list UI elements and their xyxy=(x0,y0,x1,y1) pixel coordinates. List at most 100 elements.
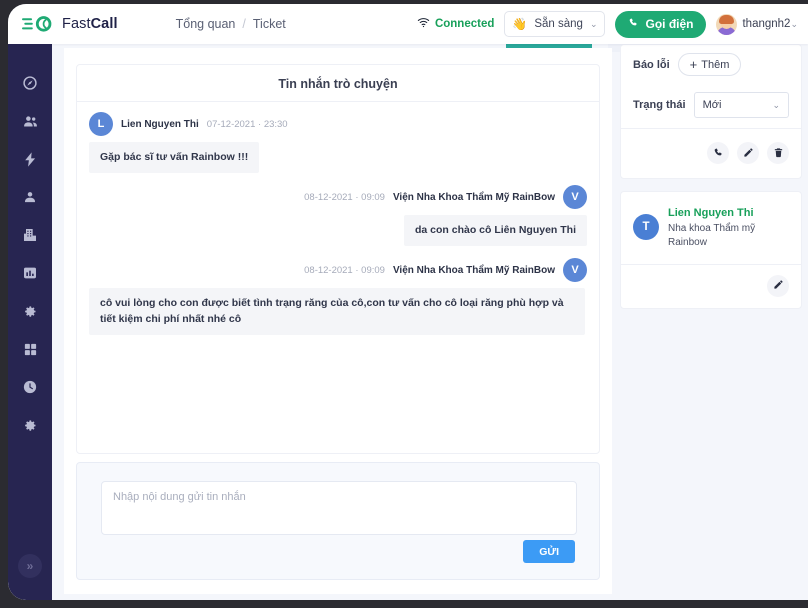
sidebar-item-settings[interactable] xyxy=(8,406,52,444)
pencil-icon xyxy=(743,146,754,161)
edit-action-button[interactable] xyxy=(737,142,759,164)
logo-text-bold: Call xyxy=(91,16,118,32)
ticket-properties-card: Báo lỗi + Thêm Trạng thái Mới ⌄ xyxy=(620,44,802,179)
breadcrumb-separator: / xyxy=(242,17,245,31)
contact-name[interactable]: Lien Nguyen Thi xyxy=(668,205,789,222)
message-header-incoming: L Lien Nguyen Thi 07-12-2021 · 23:30 xyxy=(89,112,587,136)
plus-icon: + xyxy=(690,58,698,71)
status-row: Trạng thái Mới ⌄ xyxy=(621,84,801,126)
message-bubble-row: da con chào cô Liên Nguyen Thi xyxy=(89,215,587,258)
status-select[interactable]: Mới ⌄ xyxy=(694,92,789,118)
chevron-down-icon: ⌄ xyxy=(590,19,598,30)
error-report-label: Báo lỗi xyxy=(633,59,670,71)
sidebar-item-contacts[interactable] xyxy=(8,178,52,216)
agent-status-select[interactable]: 👋 Sẵn sàng ⌄ xyxy=(504,11,605,37)
header-right-controls: Connected 👋 Sẵn sàng ⌄ Gọi điện xyxy=(417,11,798,38)
message-sender: Viện Nha Khoa Thẩm Mỹ RainBow xyxy=(393,265,555,276)
gauge-icon xyxy=(22,75,38,91)
delete-action-button[interactable] xyxy=(767,142,789,164)
message-time: 08-12-2021 · 09:09 xyxy=(304,192,385,203)
call-action-button[interactable] xyxy=(707,142,729,164)
sidebar-item-dashboard[interactable] xyxy=(8,64,52,102)
screenshot-root: » Tin nhắn trò chuyện L Lien Nguyen Thi … xyxy=(0,0,808,608)
error-report-row: Báo lỗi + Thêm xyxy=(621,45,801,84)
trash-icon xyxy=(773,146,784,161)
add-error-button[interactable]: + Thêm xyxy=(678,53,742,76)
app-logo-text: FastCall xyxy=(62,16,118,32)
chevron-down-icon: ⌄ xyxy=(790,19,798,29)
chat-card: Tin nhắn trò chuyện L Lien Nguyen Thi 07… xyxy=(76,64,600,454)
person-icon xyxy=(22,189,38,205)
chevron-down-icon: ⌄ xyxy=(772,100,780,111)
contact-card: T Lien Nguyen Thi Nha khoa Thẩm mỹ Rainb… xyxy=(620,191,802,309)
people-icon xyxy=(22,113,39,130)
building-icon xyxy=(22,227,38,243)
breadcrumb-item-overview[interactable]: Tổng quan xyxy=(176,17,236,31)
message-header-outgoing: 08-12-2021 · 09:09 Viện Nha Khoa Thẩm Mỹ… xyxy=(89,258,587,282)
contact-header: T Lien Nguyen Thi Nha khoa Thẩm mỹ Rainb… xyxy=(621,192,801,264)
avatar xyxy=(716,14,737,35)
pencil-icon xyxy=(773,278,784,293)
sidebar-item-apps[interactable] xyxy=(8,330,52,368)
clock-icon xyxy=(22,379,38,395)
fastcall-logo-icon xyxy=(22,14,56,34)
agent-status-label: Sẵn sàng xyxy=(534,18,583,30)
message-bubble: cô vui lòng cho con được biết tình trạng… xyxy=(89,288,585,334)
message-composer: GỬI xyxy=(76,462,600,580)
message-sender: Viện Nha Khoa Thẩm Mỹ RainBow xyxy=(393,192,555,203)
message-sender: Lien Nguyen Thi xyxy=(121,119,199,130)
user-menu[interactable]: thangnh2⌄ xyxy=(716,14,798,35)
ticket-action-buttons xyxy=(621,129,801,178)
breadcrumb: Tổng quan / Ticket xyxy=(176,17,286,31)
sidebar-item-company[interactable] xyxy=(8,216,52,254)
left-sidebar: » xyxy=(8,4,52,600)
top-header-bar: FastCall Tổng quan / Ticket Connected xyxy=(8,4,808,44)
contact-info: Lien Nguyen Thi Nha khoa Thẩm mỹ Rainbow xyxy=(668,205,789,250)
ticket-main-panel: Tin nhắn trò chuyện L Lien Nguyen Thi 07… xyxy=(64,48,612,594)
message-bubble-row: Gặp bác sĩ tư vấn Rainbow !!! xyxy=(89,142,587,185)
sidebar-item-campaigns[interactable] xyxy=(8,140,52,178)
phone-icon xyxy=(713,146,724,161)
phone-icon xyxy=(628,17,639,31)
status-value: Mới xyxy=(703,99,722,111)
sidebar-item-automation[interactable] xyxy=(8,292,52,330)
message-bubble: Gặp bác sĩ tư vấn Rainbow !!! xyxy=(89,142,259,173)
gear-icon xyxy=(23,304,38,319)
call-button[interactable]: Gọi điện xyxy=(615,11,706,38)
connection-status-label: Connected xyxy=(435,18,494,30)
connection-status: Connected xyxy=(417,17,494,31)
avatar: L xyxy=(89,112,113,136)
bar-chart-icon xyxy=(22,265,38,281)
sidebar-expand-toggle[interactable]: » xyxy=(18,554,42,578)
message-time: 08-12-2021 · 09:09 xyxy=(304,265,385,276)
sidebar-item-reports[interactable] xyxy=(8,254,52,292)
message-time: 07-12-2021 · 23:30 xyxy=(207,119,288,130)
send-button[interactable]: GỬI xyxy=(523,540,575,563)
sidebar-icon-list xyxy=(8,64,52,444)
call-button-label: Gọi điện xyxy=(645,17,693,31)
edit-contact-button[interactable] xyxy=(767,275,789,297)
waving-hand-icon: 👋 xyxy=(512,17,527,31)
chat-message-list: L Lien Nguyen Thi 07-12-2021 · 23:30 Gặp… xyxy=(77,102,599,347)
contact-footer xyxy=(621,264,801,308)
grid-icon xyxy=(23,342,38,357)
avatar: V xyxy=(563,258,587,282)
avatar: T xyxy=(633,214,659,240)
add-error-label: Thêm xyxy=(701,59,729,71)
message-input[interactable] xyxy=(101,481,577,535)
ticket-side-panel: Báo lỗi + Thêm Trạng thái Mới ⌄ xyxy=(620,44,802,321)
bolt-icon xyxy=(22,151,39,168)
wifi-icon xyxy=(417,17,430,31)
sidebar-item-history[interactable] xyxy=(8,368,52,406)
breadcrumb-item-ticket[interactable]: Ticket xyxy=(253,17,286,31)
sidebar-item-customers[interactable] xyxy=(8,102,52,140)
app-logo[interactable]: FastCall xyxy=(22,14,118,34)
user-name-label: thangnh2 xyxy=(742,18,790,30)
status-label: Trạng thái xyxy=(633,99,686,111)
app-window: » Tin nhắn trò chuyện L Lien Nguyen Thi … xyxy=(8,4,808,600)
chat-title: Tin nhắn trò chuyện xyxy=(77,65,599,102)
logo-text-light: Fast xyxy=(62,16,91,32)
gear-icon xyxy=(23,418,38,433)
user-name: thangnh2⌄ xyxy=(742,18,798,30)
message-bubble: da con chào cô Liên Nguyen Thi xyxy=(404,215,587,246)
